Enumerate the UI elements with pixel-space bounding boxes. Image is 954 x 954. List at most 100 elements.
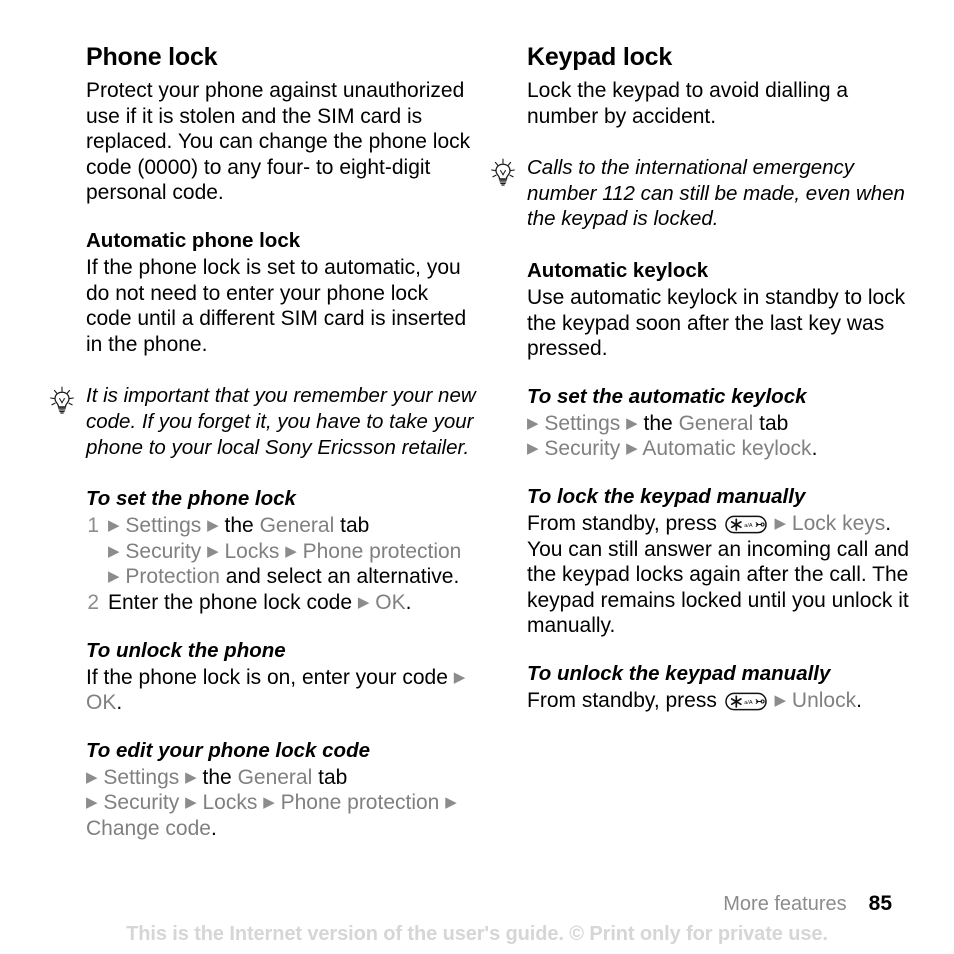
step-lead-text: Enter the phone lock code: [108, 590, 353, 614]
svg-text:a/A: a/A: [744, 523, 753, 529]
procedure-steps-edit-code: Settings the General tab Security Locks …: [86, 765, 478, 842]
step-number: 2: [87, 590, 99, 614]
menu-item-ok[interactable]: OK: [375, 591, 405, 614]
menu-item-general[interactable]: General: [679, 412, 754, 435]
triangle-marker-icon: [108, 543, 120, 560]
menu-path-line: Settings the General tab: [527, 411, 919, 437]
procedure-title-set-automatic-keylock: To set the automatic keylock: [527, 384, 807, 408]
menu-item-locks[interactable]: Locks: [202, 791, 257, 814]
menu-item-security[interactable]: Security: [544, 437, 620, 460]
triangle-marker-icon: [263, 794, 275, 811]
procedure-title-lock-keypad-manually: To lock the keypad manually: [527, 484, 806, 508]
procedure-unlock-phone-body: If the phone lock is on, enter your code…: [86, 665, 478, 716]
procedure-title-edit-phone-lock-code: To edit your phone lock code: [86, 738, 370, 762]
menu-path-line: Settings the General tab: [86, 765, 478, 791]
menu-item-general[interactable]: General: [238, 766, 313, 789]
triangle-marker-icon: [86, 794, 98, 811]
tab-word: tab: [340, 514, 370, 538]
menu-item-settings[interactable]: Settings: [125, 514, 201, 537]
triangle-marker-icon: [185, 794, 197, 811]
body-lead-text: From standby, press: [527, 688, 717, 712]
page-title-keypad-lock: Keypad lock: [527, 43, 673, 71]
connector-word: the: [202, 765, 232, 789]
page-title-phone-lock: Phone lock: [86, 43, 218, 71]
table-row: 1 Settings the General tab Security Lock…: [86, 513, 478, 590]
period: .: [405, 590, 412, 614]
triangle-marker-icon: [626, 415, 638, 432]
menu-item-settings[interactable]: Settings: [544, 412, 620, 435]
period: .: [210, 816, 217, 840]
manual-page: Phone lock Protect your phone against un…: [0, 0, 954, 954]
menu-item-phone-protection[interactable]: Phone protection: [303, 540, 462, 563]
procedure-title-unlock-phone: To unlock the phone: [86, 638, 286, 662]
menu-item-phone-protection[interactable]: Phone protection: [281, 791, 440, 814]
tab-word: tab: [759, 411, 789, 435]
automatic-phone-lock-text: If the phone lock is set to automatic, y…: [86, 255, 467, 356]
menu-item-locks[interactable]: Locks: [224, 540, 279, 563]
menu-item-settings[interactable]: Settings: [103, 766, 179, 789]
triangle-marker-icon: [454, 669, 466, 686]
triangle-marker-icon: [775, 515, 787, 532]
star-key-icon: a/A: [724, 515, 767, 534]
menu-item-automatic-keylock[interactable]: Automatic keylock: [642, 437, 811, 460]
lightbulb-icon: [489, 157, 517, 187]
triangle-marker-icon: [527, 415, 539, 432]
tip-remember-code: It is important that you remember your n…: [50, 383, 478, 460]
period: .: [856, 688, 862, 712]
triangle-marker-icon: [207, 543, 219, 560]
tip-emergency-number: Calls to the international emergency num…: [491, 155, 919, 232]
menu-item-ok[interactable]: OK: [86, 691, 116, 714]
triangle-marker-icon: [108, 568, 120, 585]
menu-item-protection[interactable]: Protection: [125, 565, 220, 588]
tip-text: It is important that you remember your n…: [86, 384, 476, 459]
menu-item-general[interactable]: General: [260, 514, 335, 537]
procedure-title-set-phone-lock: To set the phone lock: [86, 487, 296, 511]
svg-text:a/A: a/A: [744, 700, 753, 706]
menu-item-security[interactable]: Security: [125, 540, 201, 563]
phone-lock-intro-text: Protect your phone against unauthorized …: [86, 79, 471, 205]
menu-item-change-code[interactable]: Change code: [86, 817, 211, 840]
procedure-title-unlock-keypad-manually: To unlock the keypad manually: [527, 661, 831, 685]
triangle-marker-icon: [527, 440, 539, 457]
triangle-marker-icon: [185, 769, 197, 786]
procedure-steps-set-auto-keylock: Settings the General tab Security Automa…: [527, 411, 919, 462]
table-row: 2 Enter the phone lock code OK.: [86, 590, 478, 616]
heading-automatic-keylock: Automatic keylock: [527, 258, 709, 282]
automatic-keylock-text: Use automatic keylock in standby to lock…: [527, 285, 906, 361]
step-tail-text: and select an alternative.: [225, 565, 460, 589]
star-key-icon: a/A: [724, 692, 767, 711]
keypad-lock-intro-text: Lock the keypad to avoid dialling a numb…: [527, 79, 849, 128]
heading-automatic-phone-lock: Automatic phone lock: [86, 228, 301, 252]
step-content: Enter the phone lock code OK.: [108, 591, 411, 614]
triangle-marker-icon: [445, 794, 457, 811]
page-footer: More features 85: [723, 892, 892, 916]
running-head-label: More features: [723, 893, 847, 915]
period: .: [116, 691, 123, 715]
triangle-marker-icon: [285, 543, 297, 560]
menu-path-line: Security Automatic keylock.: [527, 436, 919, 462]
triangle-marker-icon: [108, 517, 120, 534]
menu-item-lock-keys[interactable]: Lock keys: [792, 512, 885, 535]
procedure-steps-set-phone-lock: 1 Settings the General tab Security Lock…: [86, 513, 478, 615]
page-number: 85: [868, 892, 892, 915]
tab-word: tab: [318, 765, 348, 789]
procedure-unlock-keypad-body: From standby, press a/A ▶ Unlock.: [527, 688, 919, 714]
right-column: Keypad lock Lock the keypad to avoid dia…: [491, 42, 919, 714]
footer-disclaimer: This is the Internet version of the user…: [126, 923, 828, 945]
step-content: Settings the General tab Security Locks …: [108, 514, 461, 588]
left-column: Phone lock Protect your phone against un…: [50, 42, 478, 842]
step-number: 1: [87, 514, 99, 538]
procedure-lock-keypad-body: From standby, press a/A ▶ Lock keys. You…: [527, 511, 919, 639]
menu-item-unlock[interactable]: Unlock: [792, 689, 856, 712]
menu-item-security[interactable]: Security: [103, 791, 179, 814]
triangle-marker-icon: [358, 594, 370, 611]
triangle-marker-icon: [626, 440, 638, 457]
body-lead-text: If the phone lock is on, enter your code: [86, 665, 448, 689]
lightbulb-icon: [48, 385, 76, 415]
